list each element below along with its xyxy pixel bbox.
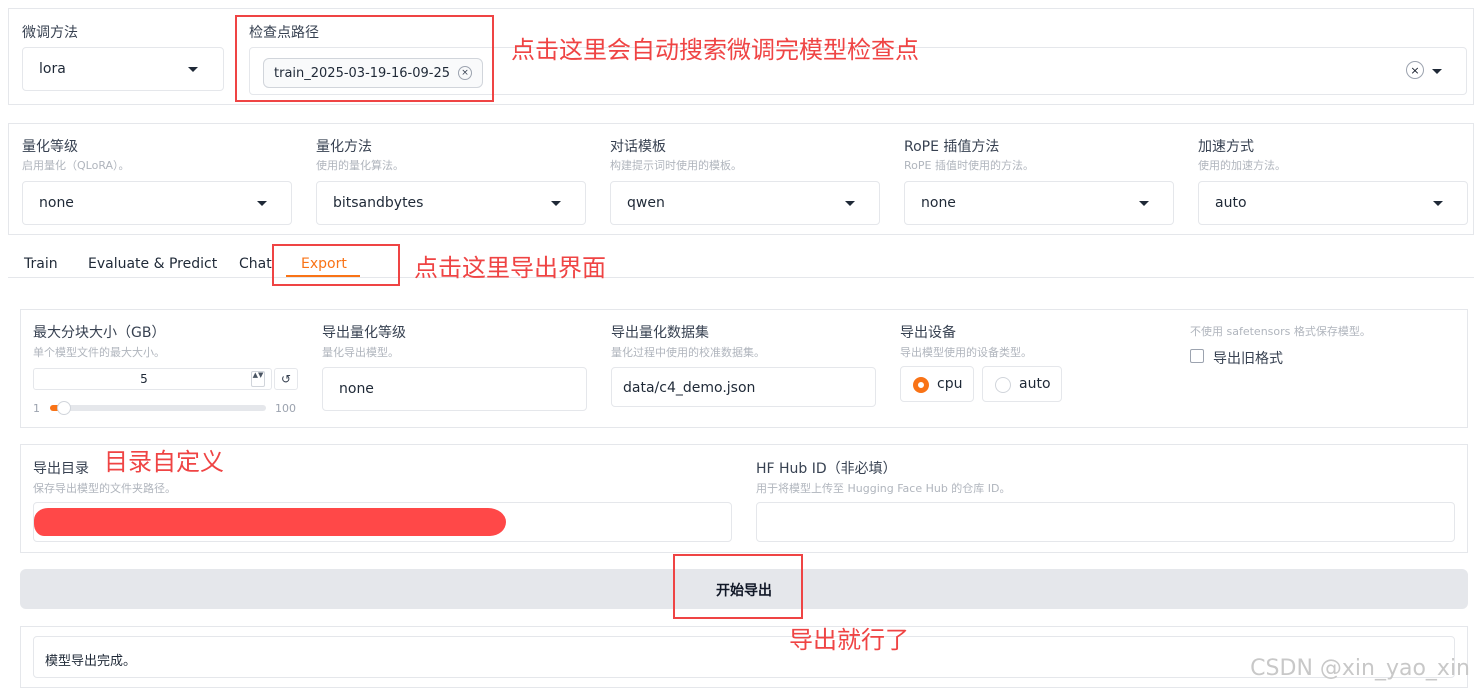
output-text: 模型导出完成。 [45, 654, 137, 669]
slider-min-label: 1 [33, 402, 40, 415]
export-quant-desc: 量化导出模型。 [322, 346, 399, 359]
clear-icon[interactable]: × [1406, 61, 1424, 79]
tab-chat[interactable]: Chat [239, 256, 272, 272]
setting-value: bitsandbytes [333, 195, 424, 211]
chevron-down-icon [1433, 201, 1443, 206]
setting-desc: 使用的量化算法。 [316, 159, 404, 172]
export-dataset-input[interactable]: data/c4_demo.json [611, 367, 876, 407]
annotation-dir-note: 目录自定义 [104, 448, 224, 476]
export-quant-label: 导出量化等级 [322, 325, 406, 341]
checkpoint-path-label: 检查点路径 [249, 25, 319, 41]
hub-id-input[interactable] [756, 502, 1455, 542]
chevron-down-icon [551, 201, 561, 206]
setting-label: 加速方式 [1198, 139, 1254, 155]
tab-divider [8, 277, 1474, 278]
finetune-method-dropdown[interactable]: lora [22, 47, 224, 91]
setting-label: RoPE 插值方法 [904, 139, 1000, 155]
max-shard-label: 最大分块大小（GB） [33, 325, 166, 341]
slider-max-label: 100 [275, 402, 296, 415]
setting-label: 量化等级 [22, 139, 78, 155]
export-quant-dropdown[interactable]: none [322, 367, 587, 411]
output-box[interactable]: 模型导出完成。 [33, 636, 1455, 678]
radio-label: cpu [937, 376, 963, 392]
setting-dropdown[interactable]: bitsandbytes [316, 181, 586, 225]
max-shard-number-input[interactable]: 5 ▲▼ [33, 368, 272, 390]
annotation-done-note: 导出就行了 [789, 626, 909, 654]
chevron-down-icon [845, 201, 855, 206]
annotation-export-tab-note: 点击这里导出界面 [414, 254, 606, 282]
export-dataset-desc: 量化过程中使用的校准数据集。 [611, 346, 765, 359]
setting-desc: 使用的加速方法。 [1198, 159, 1286, 172]
export-dir-desc: 保存导出模型的文件夹路径。 [33, 482, 176, 495]
tab-export[interactable]: Export [301, 256, 347, 272]
chevron-down-icon [257, 201, 267, 206]
checkpoint-chip-label: train_2025-03-19-16-09-25 [274, 65, 451, 81]
chip-remove-icon[interactable]: × [458, 66, 473, 80]
export-dir-label: 导出目录 [33, 461, 89, 477]
start-export-label: 开始导出 [716, 583, 772, 599]
setting-dropdown[interactable]: none [22, 181, 292, 225]
spinner-arrows-icon[interactable]: ▲▼ [251, 371, 265, 387]
setting-value: none [921, 195, 956, 211]
hub-id-desc: 用于将模型上传至 Hugging Face Hub 的仓库 ID。 [756, 482, 1011, 495]
tab-train[interactable]: Train [24, 256, 58, 272]
radio-label: auto [1019, 376, 1051, 392]
setting-dropdown[interactable]: auto [1198, 181, 1468, 225]
setting-dropdown[interactable]: none [904, 181, 1174, 225]
setting-value: auto [1215, 195, 1247, 211]
radio-unselected-icon [995, 377, 1011, 393]
setting-desc: 构建提示词时使用的模板。 [610, 159, 742, 172]
hub-id-label: HF Hub ID（非必填） [756, 461, 897, 477]
setting-value: qwen [627, 195, 665, 211]
export-dataset-label: 导出量化数据集 [611, 325, 709, 341]
start-export-button[interactable]: 开始导出 [20, 569, 1468, 609]
export-device-desc: 导出模型使用的设备类型。 [900, 346, 1032, 359]
chevron-down-icon [188, 67, 198, 72]
legacy-format-checkbox[interactable] [1190, 349, 1204, 363]
max-shard-value: 5 [140, 372, 148, 386]
max-shard-slider[interactable] [50, 401, 266, 415]
chevron-down-icon[interactable] [1432, 69, 1442, 74]
redaction-scribble [34, 508, 506, 536]
legacy-format-desc: 不使用 safetensors 格式保存模型。 [1190, 325, 1371, 338]
export-dataset-value: data/c4_demo.json [623, 380, 756, 396]
max-shard-desc: 单个模型文件的最大大小。 [33, 346, 165, 359]
tab-evaluate[interactable]: Evaluate & Predict [88, 256, 217, 272]
settings-panel: 量化等级 启用量化（QLoRA）。 none 量化方法 使用的量化算法。 bit… [8, 123, 1474, 235]
setting-desc: RoPE 插值时使用的方法。 [904, 159, 1034, 172]
finetune-method-value: lora [39, 61, 66, 77]
chevron-down-icon [1139, 201, 1149, 206]
device-radio-auto[interactable]: auto [982, 366, 1062, 402]
legacy-format-label[interactable]: 导出旧格式 [1213, 348, 1283, 368]
setting-desc: 启用量化（QLoRA）。 [22, 159, 130, 172]
export-quant-value: none [339, 381, 374, 397]
setting-value: none [39, 195, 74, 211]
setting-dropdown[interactable]: qwen [610, 181, 880, 225]
checkpoint-chip: train_2025-03-19-16-09-25 × [263, 58, 484, 88]
export-device-label: 导出设备 [900, 325, 956, 341]
setting-label: 量化方法 [316, 139, 372, 155]
setting-label: 对话模板 [610, 139, 666, 155]
radio-selected-icon [913, 377, 929, 393]
csdn-watermark: CSDN @xin_yao_xin [1250, 656, 1470, 681]
annotation-checkpoint-note: 点击这里会自动搜索微调完模型检查点 [511, 36, 919, 64]
reset-icon[interactable]: ↺ [274, 368, 298, 390]
device-radio-cpu[interactable]: cpu [900, 366, 974, 402]
finetune-method-label: 微调方法 [22, 25, 78, 41]
slider-handle[interactable] [57, 401, 71, 415]
